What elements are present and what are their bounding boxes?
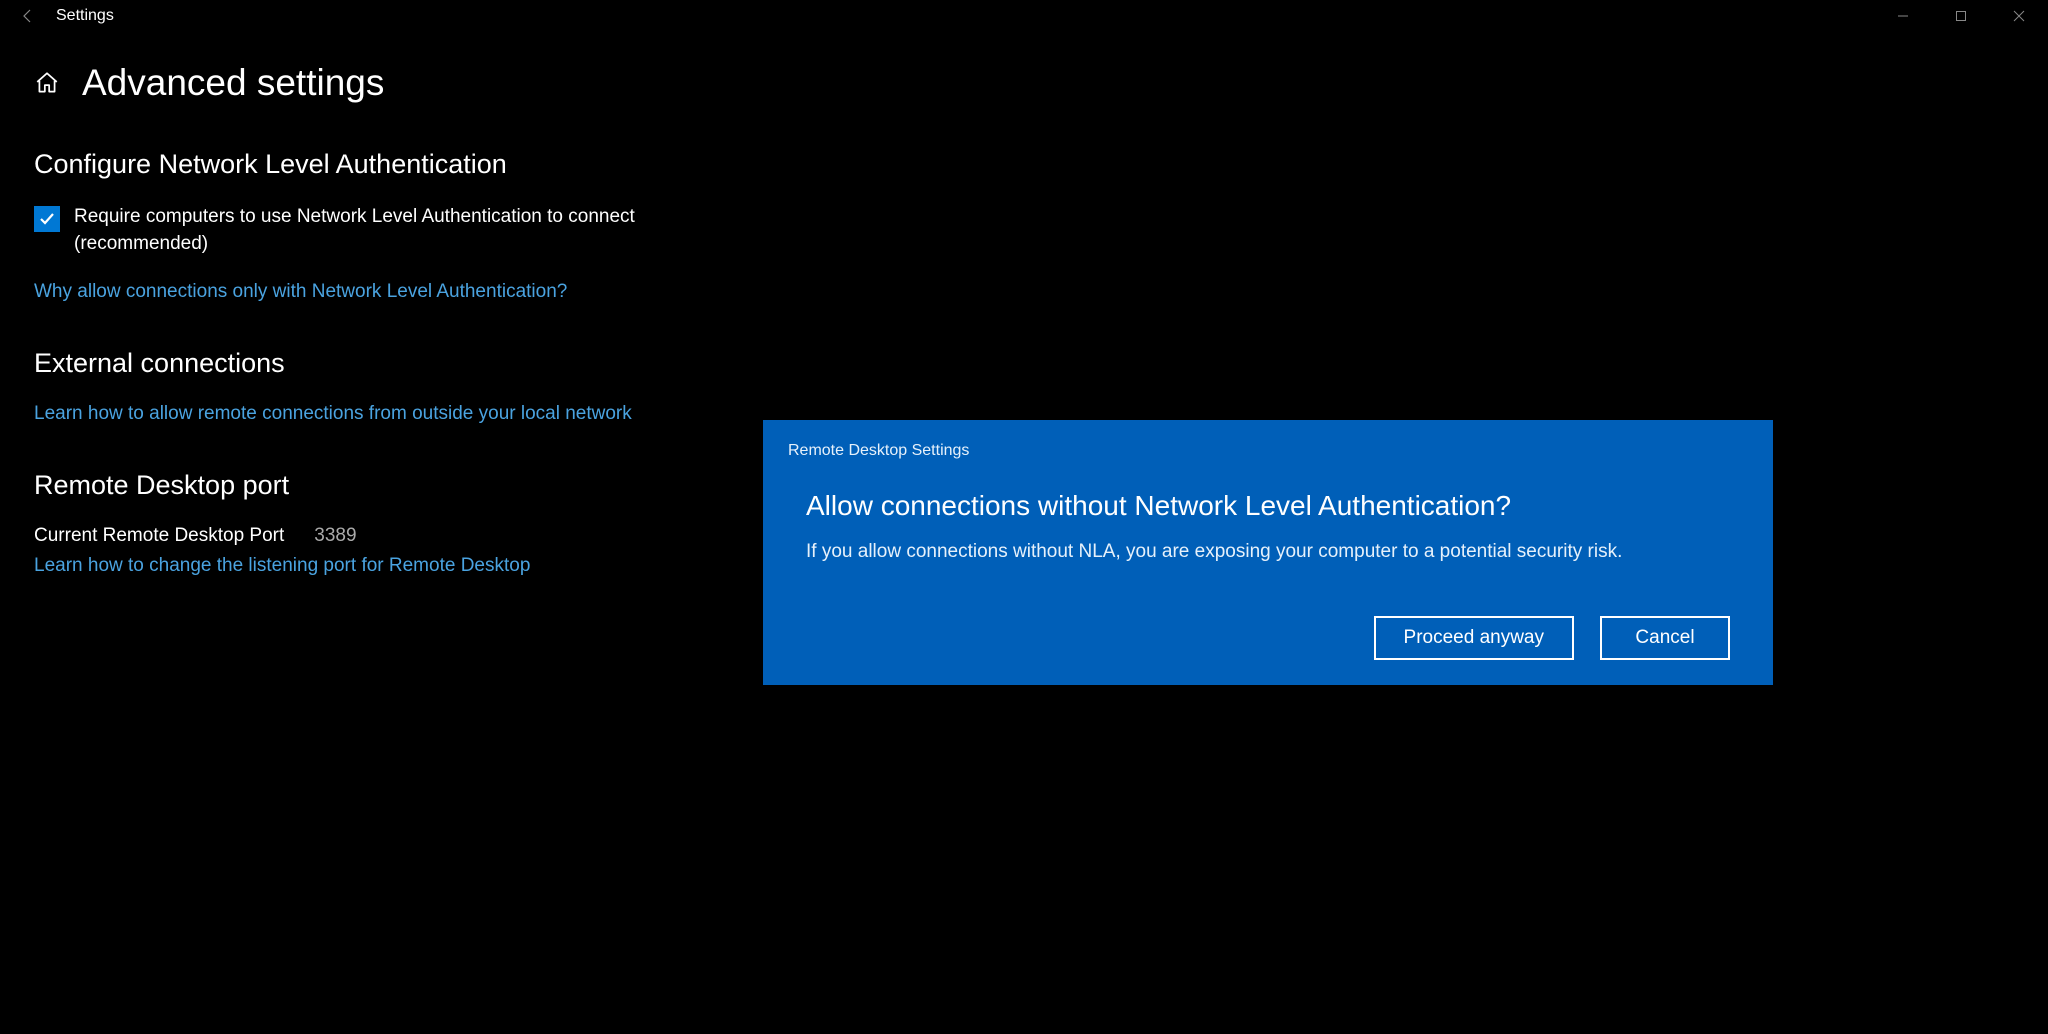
nla-why-link[interactable]: Why allow connections only with Network … xyxy=(34,281,567,303)
nla-section: Configure Network Level Authentication R… xyxy=(34,149,2048,303)
dialog-text: If you allow connections without NLA, yo… xyxy=(806,538,1730,566)
close-button[interactable] xyxy=(1990,0,2048,32)
page-header: Advanced settings xyxy=(34,62,2048,104)
minimize-button[interactable] xyxy=(1874,0,1932,32)
nla-checkbox-label: Require computers to use Network Level A… xyxy=(74,204,694,257)
external-link[interactable]: Learn how to allow remote connections fr… xyxy=(34,403,632,425)
external-heading: External connections xyxy=(34,348,2048,379)
back-button[interactable] xyxy=(18,6,38,26)
cancel-button[interactable]: Cancel xyxy=(1600,616,1730,660)
nla-checkbox[interactable] xyxy=(34,206,60,232)
home-icon[interactable] xyxy=(34,70,60,96)
window-controls xyxy=(1874,0,2048,32)
window-title: Settings xyxy=(56,7,114,25)
maximize-button[interactable] xyxy=(1932,0,1990,32)
titlebar-left: Settings xyxy=(0,6,114,26)
port-link[interactable]: Learn how to change the listening port f… xyxy=(34,555,530,577)
port-value: 3389 xyxy=(314,525,356,547)
page-title: Advanced settings xyxy=(82,62,384,104)
port-label: Current Remote Desktop Port xyxy=(34,525,284,547)
dialog-heading: Allow connections without Network Level … xyxy=(806,490,1730,522)
dialog-buttons: Proceed anyway Cancel xyxy=(806,616,1730,660)
nla-checkbox-row: Require computers to use Network Level A… xyxy=(34,204,2048,257)
dialog-body: Allow connections without Network Level … xyxy=(788,490,1748,660)
external-section: External connections Learn how to allow … xyxy=(34,348,2048,425)
dialog-title: Remote Desktop Settings xyxy=(788,442,1748,460)
confirmation-dialog: Remote Desktop Settings Allow connection… xyxy=(763,420,1773,685)
titlebar: Settings xyxy=(0,0,2048,32)
nla-heading: Configure Network Level Authentication xyxy=(34,149,2048,180)
proceed-anyway-button[interactable]: Proceed anyway xyxy=(1374,616,1574,660)
